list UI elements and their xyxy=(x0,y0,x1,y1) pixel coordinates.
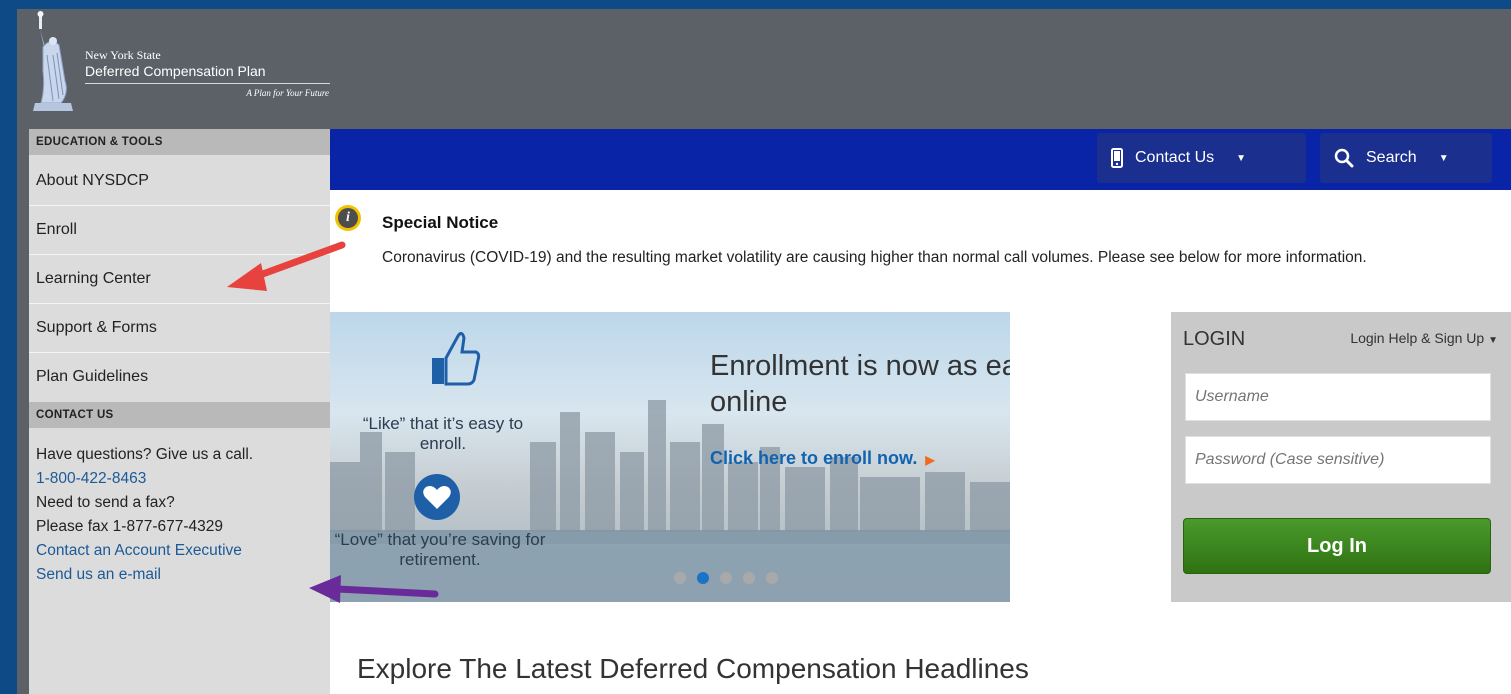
login-help-label: Login Help & Sign Up xyxy=(1350,330,1485,346)
carousel-dot[interactable] xyxy=(766,572,778,584)
password-input[interactable] xyxy=(1185,436,1491,484)
carousel-dot[interactable] xyxy=(720,572,732,584)
chevron-down-icon: ▼ xyxy=(1438,152,1449,164)
search-button[interactable]: Search ▼ xyxy=(1320,133,1492,183)
sidebar-item-plan-guidelines[interactable]: Plan Guidelines xyxy=(29,353,330,402)
sidebar: EDUCATION & TOOLS About NYSDCP Enroll Le… xyxy=(29,129,330,694)
statue-of-liberty-icon xyxy=(33,11,73,111)
hero-like-text: “Like” that it’s easy to enroll. xyxy=(362,414,524,453)
chevron-right-icon: ▶ xyxy=(925,453,935,467)
info-icon: i xyxy=(335,205,361,231)
hero-banner[interactable]: “Like” that it’s easy to enroll. “Love” … xyxy=(330,312,1010,602)
logo-divider xyxy=(85,83,330,84)
sidebar-item-about[interactable]: About NYSDCP xyxy=(29,155,330,206)
sidebar-item-learning-center[interactable]: Learning Center xyxy=(29,255,330,304)
fax-number-text: Please fax 1-877-677-4329 xyxy=(36,518,223,535)
sidebar-item-support-forms[interactable]: Support & Forms xyxy=(29,304,330,353)
fax-question-text: Need to send a fax? xyxy=(36,494,175,511)
search-icon xyxy=(1334,148,1354,168)
chevron-down-icon: ▼ xyxy=(1236,152,1247,164)
send-email-link[interactable]: Send us an e-mail xyxy=(36,563,323,587)
contact-us-button[interactable]: Contact Us ▼ xyxy=(1097,133,1306,183)
carousel-dot[interactable] xyxy=(674,572,686,584)
enroll-now-label: Click here to enroll now. xyxy=(710,448,918,468)
contact-section: Have questions? Give us a call. 1-800-42… xyxy=(29,428,330,602)
contact-us-heading: CONTACT US xyxy=(29,402,330,428)
carousel-dot-active[interactable] xyxy=(697,572,709,584)
enroll-now-link[interactable]: Click here to enroll now. ▶ xyxy=(710,448,935,469)
caret-down-icon: ▼ xyxy=(1488,335,1498,346)
phone-link[interactable]: 1-800-422-8463 xyxy=(36,467,323,491)
main-content: i Special Notice Coronavirus (COVID-19) … xyxy=(330,190,1511,694)
site-logo[interactable]: New York State Deferred Compensation Pla… xyxy=(31,9,331,119)
logo-plan-name: Deferred Compensation Plan xyxy=(85,63,266,79)
contact-questions-text: Have questions? Give us a call. xyxy=(36,446,254,463)
contact-us-label: Contact Us xyxy=(1135,149,1215,166)
search-label: Search xyxy=(1366,149,1417,166)
sidebar-item-enroll[interactable]: Enroll xyxy=(29,206,330,255)
education-tools-heading: EDUCATION & TOOLS xyxy=(29,129,330,155)
page-frame: New York State Deferred Compensation Pla… xyxy=(17,9,1511,694)
hero-love-text: “Love” that you’re saving for retirement… xyxy=(334,530,546,569)
carousel-dots xyxy=(674,572,778,584)
logo-state-text: New York State xyxy=(85,48,161,62)
login-panel: LOGIN Login Help & Sign Up ▼ Log In xyxy=(1171,312,1511,602)
mobile-phone-icon xyxy=(1111,148,1123,168)
headlines-title: Explore The Latest Deferred Compensation… xyxy=(357,653,1029,684)
logo-tagline: A Plan for Your Future xyxy=(246,88,329,98)
log-in-button[interactable]: Log In xyxy=(1183,518,1491,574)
login-help-dropdown[interactable]: Login Help & Sign Up ▼ xyxy=(1350,330,1498,346)
special-notice-body: Coronavirus (COVID-19) and the resulting… xyxy=(382,249,1367,266)
username-input[interactable] xyxy=(1185,373,1491,421)
heart-icon xyxy=(414,474,460,520)
carousel-dot[interactable] xyxy=(743,572,755,584)
hero-headline: Enrollment is now as easy as going onlin… xyxy=(710,350,1010,418)
login-title: LOGIN xyxy=(1183,328,1246,350)
special-notice-title: Special Notice xyxy=(382,213,499,232)
thumbs-up-icon xyxy=(432,331,481,386)
contact-account-executive-link[interactable]: Contact an Account Executive xyxy=(36,539,323,563)
top-nav-bar: Contact Us ▼ Search ▼ xyxy=(330,129,1511,190)
